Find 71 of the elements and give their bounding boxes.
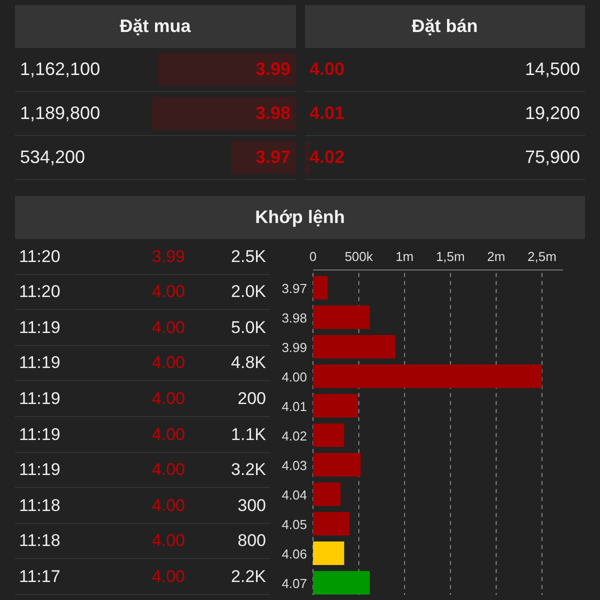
ask-price: 4.00	[308, 58, 346, 81]
axis-tick-label: 2m	[487, 249, 506, 264]
trade-time: 11:19	[18, 352, 62, 374]
trade-price: 4.00	[150, 281, 185, 304]
trade-volume: 2.0K	[230, 281, 267, 304]
bid-price: 3.97	[254, 146, 292, 169]
bid-price: 3.98	[254, 102, 292, 125]
bid-volume: 534,200	[19, 146, 86, 169]
price-label: 4.07	[282, 576, 307, 591]
trade-volume: 5.0K	[230, 316, 267, 339]
volume-bar	[313, 394, 358, 418]
axis-tick-label: 1,5m	[436, 249, 465, 264]
trade-price: 3.99	[150, 246, 185, 268]
price-label: 4.01	[282, 398, 307, 414]
bid-volume: 1,162,100	[19, 58, 102, 81]
price-label: 4.02	[282, 428, 307, 444]
trade-volume: 800	[236, 530, 267, 552]
trade-volume: 1.1K	[230, 424, 267, 446]
column-header: Đặt bán	[304, 5, 585, 48]
volume-bar	[313, 424, 344, 447]
trade-time: 11:18	[18, 494, 62, 517]
section-header: Khớp lệnh	[15, 196, 585, 239]
trade-time: 11:20	[18, 281, 62, 304]
volume-bar	[313, 482, 340, 506]
trade-time: 11:20	[18, 246, 62, 268]
volume-bar	[313, 276, 328, 300]
trade-time: 11:19	[18, 316, 62, 339]
ask-volume: 75,900	[524, 146, 581, 169]
trade-price: 4.00	[150, 316, 185, 339]
volume-bar	[313, 512, 350, 536]
price-label: 4.00	[282, 369, 307, 384]
trade-volume: 4.8K	[230, 352, 267, 374]
volume-bar	[313, 306, 370, 329]
axis-tick-label: 1m	[396, 249, 414, 264]
axis-tick-label: 500k	[344, 249, 373, 264]
price-label: 4.03	[282, 458, 307, 473]
trade-price: 4.00	[150, 530, 185, 552]
trade-price: 4.00	[150, 352, 185, 374]
trade-price: 4.00	[150, 494, 185, 517]
trade-time: 11:19	[18, 424, 62, 446]
volume-bar	[313, 571, 370, 594]
trade-time: 11:17	[18, 566, 62, 588]
trade-price: 4.00	[150, 459, 185, 482]
price-label: 4.05	[282, 516, 307, 532]
ask-volume: 14,500	[524, 58, 581, 81]
ask-volume: 19,200	[524, 102, 581, 125]
trade-time: 11:19	[18, 459, 62, 482]
price-label: 3.97	[282, 280, 307, 296]
trade-time: 11:18	[18, 530, 62, 552]
trade-volume: 2.2K	[230, 566, 267, 588]
trade-volume: 300	[236, 494, 267, 517]
column-header: Đặt mua	[15, 5, 296, 48]
trade-price: 4.00	[150, 424, 185, 446]
trade-volume: 2.5K	[230, 246, 267, 268]
volume-bar	[313, 453, 361, 476]
trade-time: 11:19	[18, 388, 62, 410]
axis-tick-label: 0	[309, 249, 317, 264]
trade-volume: 3.2K	[230, 459, 267, 482]
bid-price: 3.99	[254, 58, 292, 81]
price-label: 3.99	[282, 340, 307, 355]
trade-volume: 200	[236, 388, 267, 410]
trade-price: 4.00	[150, 388, 185, 410]
price-label: 4.04	[282, 487, 307, 502]
ask-price: 4.01	[308, 102, 346, 125]
volume-bar	[313, 542, 344, 565]
price-label: 4.06	[282, 546, 307, 562]
axis-tick-label: 2,5m	[528, 249, 556, 264]
ask-price: 4.02	[308, 146, 346, 169]
bid-volume: 1,189,800	[19, 102, 102, 125]
price-label: 3.98	[282, 310, 307, 326]
trade-price: 4.00	[150, 566, 185, 588]
